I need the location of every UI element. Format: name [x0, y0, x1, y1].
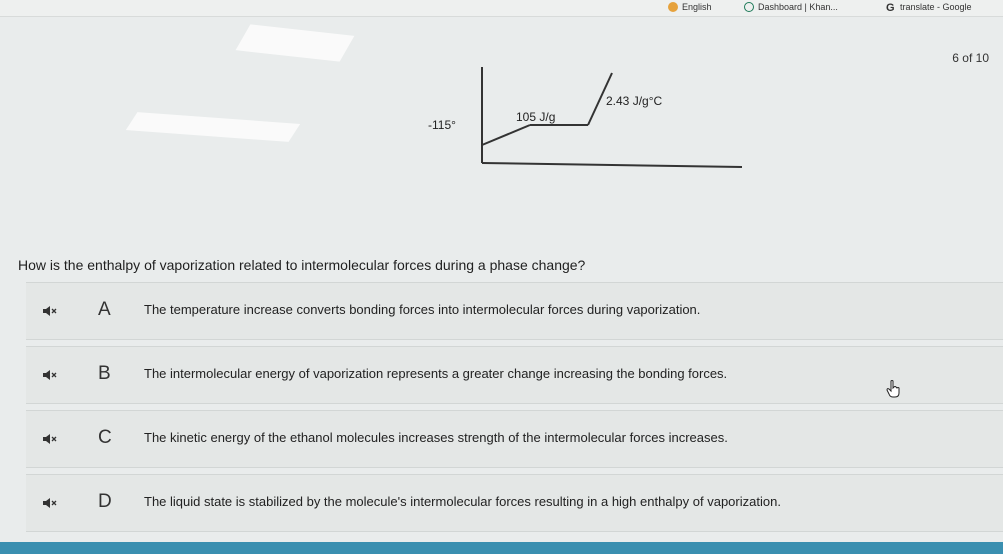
heating-curve-graph: -115° 105 J/g 2.43 J/g°C: [428, 67, 743, 168]
heat-of-fusion-label: 105 J/g: [516, 110, 555, 124]
choice-text: The kinetic energy of the ethanol molecu…: [144, 430, 728, 445]
audio-button[interactable]: [26, 475, 74, 531]
choice-c[interactable]: C The kinetic energy of the ethanol mole…: [26, 410, 1003, 468]
question-text: How is the enthalpy of vaporization rela…: [18, 257, 586, 273]
audio-button[interactable]: [26, 283, 74, 339]
choice-letter: D: [98, 491, 112, 512]
bottom-bar: [0, 542, 1003, 554]
bookmarks-bar: English Dashboard | Khan... G translate …: [0, 0, 1003, 17]
speaker-icon: [43, 306, 57, 316]
x-axis: [481, 162, 743, 168]
bookmark-khan-dashboard[interactable]: Dashboard | Khan...: [744, 2, 838, 12]
temperature-label: -115°: [428, 118, 456, 132]
speaker-icon: [43, 370, 57, 380]
choice-d[interactable]: D The liquid state is stabilized by the …: [26, 474, 1003, 532]
audio-button[interactable]: [26, 347, 74, 403]
bookmark-google-translate[interactable]: G translate - Google: [886, 2, 972, 14]
choice-text: The liquid state is stabilized by the mo…: [144, 494, 781, 509]
bookmark-label: Dashboard | Khan...: [758, 2, 838, 12]
screen-glare: [235, 24, 355, 62]
choice-text: The temperature increase converts bondin…: [144, 302, 701, 317]
answer-choices: A The temperature increase converts bond…: [26, 282, 1003, 538]
english-flag-icon: [668, 2, 678, 12]
hand-pointer-icon: [886, 380, 900, 398]
bookmark-label: translate - Google: [900, 2, 972, 12]
bookmark-label: English: [682, 2, 712, 12]
choice-letter: C: [98, 427, 112, 448]
google-g-icon: G: [886, 2, 895, 14]
speaker-icon: [43, 498, 57, 508]
khan-academy-icon: [744, 2, 754, 12]
question-progress: 6 of 10: [952, 51, 989, 65]
bookmark-english[interactable]: English: [668, 2, 712, 12]
specific-heat-label: 2.43 J/g°C: [606, 94, 662, 108]
screen-glare: [125, 112, 301, 142]
audio-button[interactable]: [26, 411, 74, 467]
choice-b[interactable]: B The intermolecular energy of vaporizat…: [26, 346, 1003, 404]
choice-text: The intermolecular energy of vaporizatio…: [144, 366, 728, 381]
speaker-icon: [43, 434, 57, 444]
choice-letter: B: [98, 363, 111, 384]
choice-letter: A: [98, 299, 111, 320]
choice-a[interactable]: A The temperature increase converts bond…: [26, 282, 1003, 340]
curve-rise-solid: [481, 124, 531, 146]
